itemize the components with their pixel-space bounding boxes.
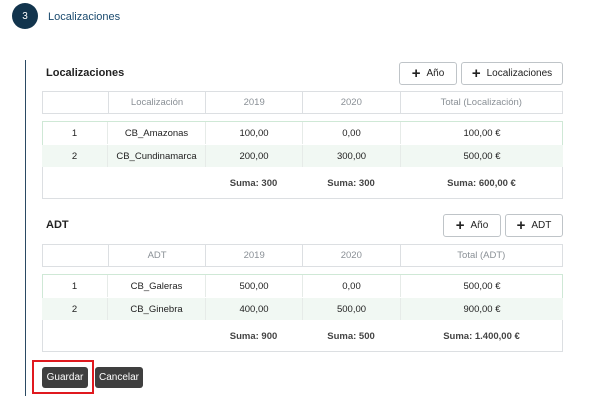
column-header-2019: 2019 xyxy=(205,92,302,113)
sum-2020: Suma: 300 xyxy=(327,177,375,189)
table-header-row: ADT 2019 2020 Total (ADT) xyxy=(42,244,563,267)
table-header-row: Localización 2019 2020 Total (Localizaci… xyxy=(42,91,563,114)
add-adt-button[interactable]: + ADT xyxy=(505,214,563,237)
add-year-button[interactable]: + Año xyxy=(399,62,457,85)
plus-icon: + xyxy=(411,64,421,82)
row-name[interactable]: CB_Amazonas xyxy=(107,122,205,144)
column-header-total: Total (Localización) xyxy=(399,92,562,113)
adt-table: ADT 2019 2020 Total (ADT) 1 CB_Galeras 5… xyxy=(42,244,563,352)
sum-total: Suma: 600,00 € xyxy=(447,177,516,189)
sum-cell xyxy=(107,324,205,348)
table-row[interactable]: 2 CB_Cundinamarca 200,00 300,00 500,00 € xyxy=(42,145,563,167)
step-connector-line xyxy=(25,60,26,396)
row-name[interactable]: CB_Galeras xyxy=(107,275,205,297)
step-title[interactable]: Localizaciones xyxy=(48,11,120,23)
add-adt-label: ADT xyxy=(531,220,552,231)
row-value-2020[interactable]: 0,00 xyxy=(302,275,400,297)
sum-cell xyxy=(107,171,205,195)
table-row[interactable]: 1 CB_Galeras 500,00 0,00 500,00 € xyxy=(42,275,563,297)
row-value-2019[interactable]: 100,00 xyxy=(205,122,302,144)
row-value-2020[interactable]: 0,00 xyxy=(302,122,400,144)
row-value-2019[interactable]: 400,00 xyxy=(205,298,302,320)
column-header-localizacion: Localización xyxy=(107,92,206,113)
row-total: 900,00 € xyxy=(400,298,563,320)
table-row[interactable]: 1 CB_Amazonas 100,00 0,00 100,00 € xyxy=(42,122,563,144)
cancel-button[interactable]: Cancelar xyxy=(95,367,143,388)
column-header-2020: 2020 xyxy=(302,92,400,113)
row-total: 500,00 € xyxy=(400,145,563,167)
column-header-2020: 2020 xyxy=(302,245,400,266)
column-header xyxy=(43,92,108,113)
plus-icon: + xyxy=(455,216,465,234)
plus-icon: + xyxy=(516,216,526,234)
sum-2020: Suma: 500 xyxy=(327,330,375,342)
adt-section-title: ADT xyxy=(46,219,69,231)
step-number-badge: 3 xyxy=(12,3,38,29)
table-row[interactable]: 2 CB_Ginebra 400,00 500,00 900,00 € xyxy=(42,298,563,320)
sum-cell xyxy=(42,171,107,195)
add-localizacion-button[interactable]: + Localizaciones xyxy=(461,62,563,85)
sum-row: Suma: 300 Suma: 300 Suma: 600,00 € xyxy=(42,171,563,195)
column-header-adt: ADT xyxy=(107,245,206,266)
row-index: 1 xyxy=(71,127,78,139)
sum-2019: Suma: 900 xyxy=(229,330,278,342)
column-header xyxy=(43,245,108,266)
add-year-label: Año xyxy=(470,220,489,231)
row-name[interactable]: CB_Ginebra xyxy=(107,298,205,320)
column-header-2019: 2019 xyxy=(205,245,302,266)
row-value-2020[interactable]: 500,00 xyxy=(302,298,400,320)
save-button[interactable]: Guardar xyxy=(42,367,88,388)
row-index: 1 xyxy=(71,280,78,292)
row-value-2020[interactable]: 300,00 xyxy=(302,145,400,167)
row-total: 100,00 € xyxy=(400,122,563,144)
add-year-label: Año xyxy=(426,68,445,79)
add-year-button[interactable]: + Año xyxy=(443,214,501,237)
step-header: 3 Localizaciones xyxy=(0,0,611,36)
sum-total: Suma: 1.400,00 € xyxy=(443,330,520,342)
row-total: 500,00 € xyxy=(400,275,563,297)
row-name[interactable]: CB_Cundinamarca xyxy=(107,145,205,167)
column-header-total: Total (ADT) xyxy=(399,245,562,266)
add-localizacion-label: Localizaciones xyxy=(486,68,553,79)
plus-icon: + xyxy=(471,64,481,82)
row-value-2019[interactable]: 500,00 xyxy=(205,275,302,297)
row-index: 2 xyxy=(71,303,78,315)
sum-cell xyxy=(42,324,107,348)
sum-row: Suma: 900 Suma: 500 Suma: 1.400,00 € xyxy=(42,324,563,348)
localizaciones-section-title: Localizaciones xyxy=(46,67,125,79)
localizaciones-table: Localización 2019 2020 Total (Localizaci… xyxy=(42,91,563,199)
sum-2019: Suma: 300 xyxy=(229,177,278,189)
row-value-2019[interactable]: 200,00 xyxy=(205,145,302,167)
row-index: 2 xyxy=(71,150,78,162)
